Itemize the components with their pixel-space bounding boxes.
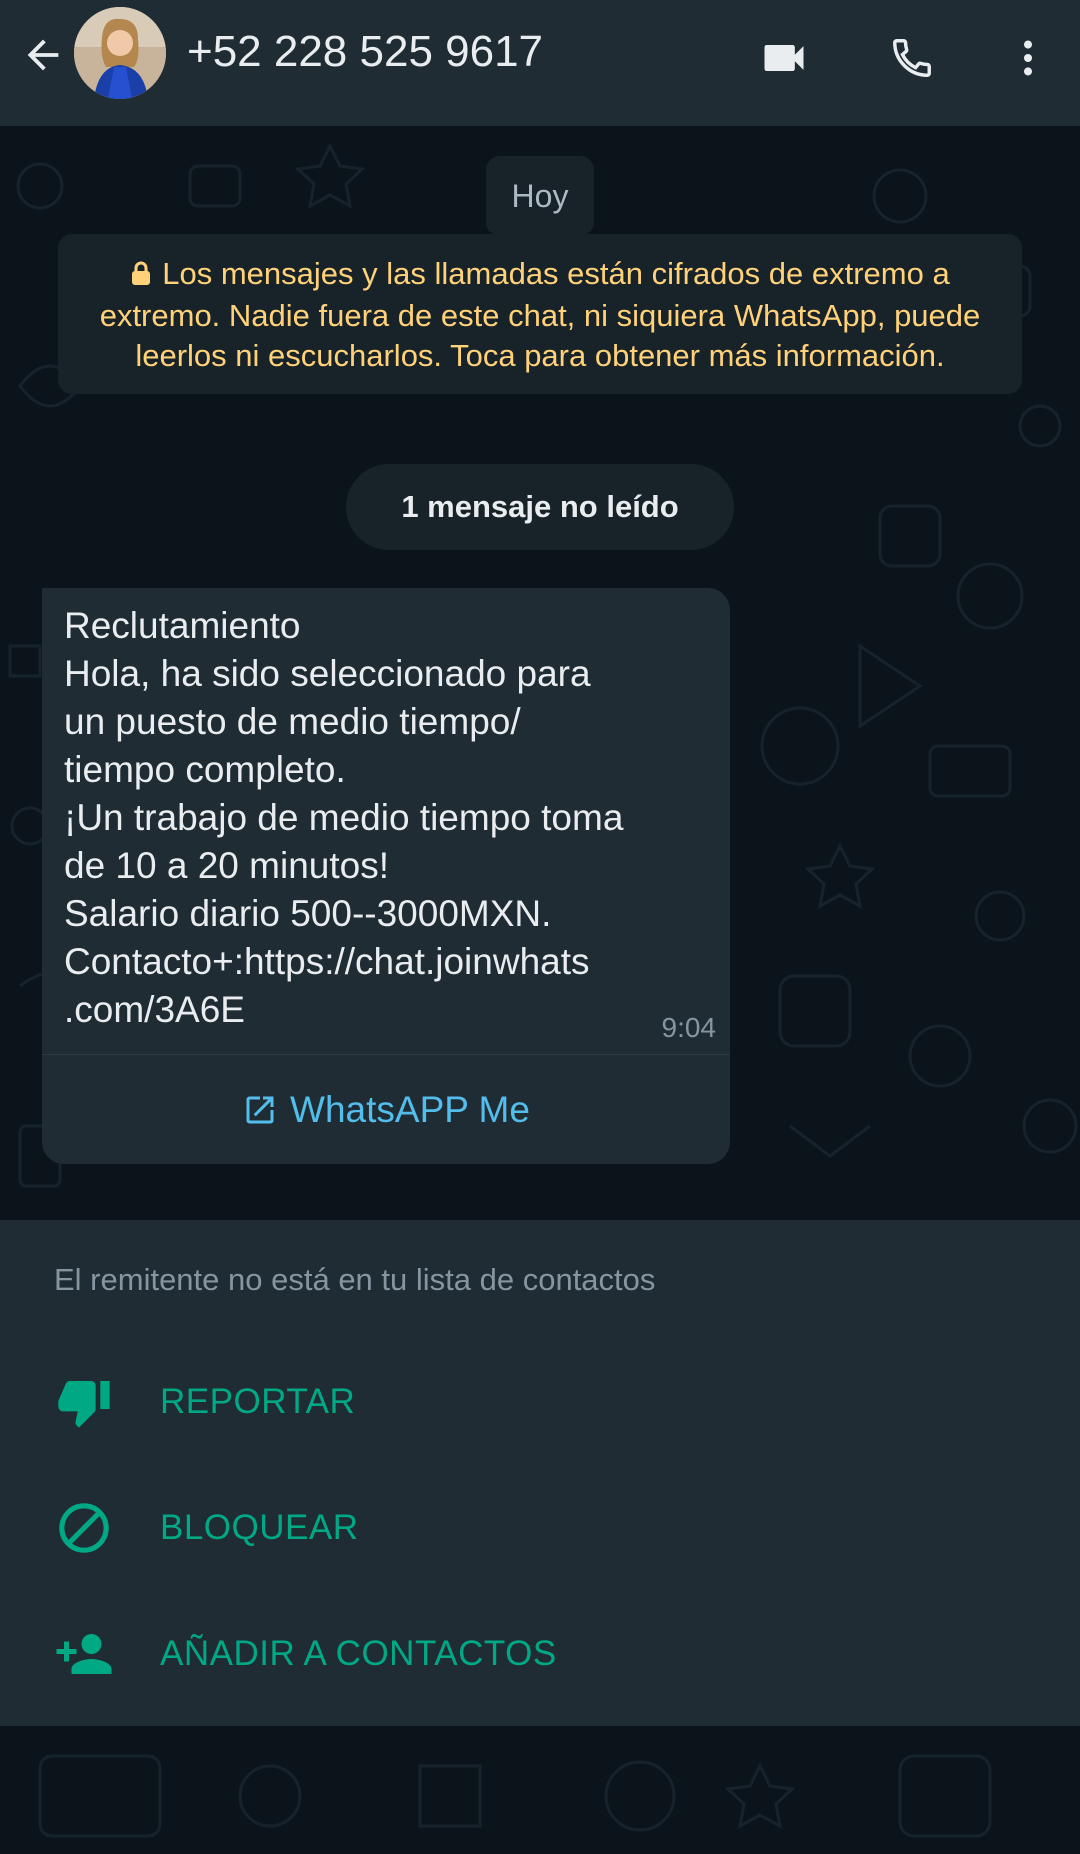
- more-options-button[interactable]: [1000, 30, 1056, 86]
- unknown-sender-panel: El remitente no está en tu lista de cont…: [0, 1220, 1080, 1726]
- arrow-left-icon: [27, 39, 59, 71]
- video-call-button[interactable]: [756, 30, 812, 86]
- chat-header: +52 228 525 9617: [0, 0, 1080, 126]
- date-chip: Hoy: [486, 156, 594, 236]
- incoming-message-bubble[interactable]: Reclutamiento Hola, ha sido seleccionado…: [42, 588, 730, 1164]
- unread-messages-chip: 1 mensaje no leído: [346, 464, 734, 550]
- more-vert-icon: [1023, 40, 1033, 76]
- open-in-new-icon: [246, 1096, 274, 1123]
- thumb-down-icon: [54, 1372, 114, 1432]
- chat-area[interactable]: Hoy Los mensajes y las llamadas están ci…: [0, 126, 1080, 1220]
- encryption-notice-text: Los mensajes y las llamadas están cifrad…: [99, 256, 981, 373]
- videocam-icon: [764, 45, 804, 71]
- voice-call-button[interactable]: [884, 30, 940, 86]
- contact-title[interactable]: +52 228 525 9617: [187, 24, 543, 80]
- block-icon: [54, 1498, 114, 1558]
- block-button[interactable]: BLOQUEAR: [0, 1478, 1080, 1578]
- message-text: Reclutamiento Hola, ha sido seleccionado…: [64, 605, 624, 1030]
- avatar[interactable]: [74, 7, 166, 99]
- link-button-label: WhatsAPP Me: [290, 1088, 530, 1130]
- add-contact-label: AÑADIR A CONTACTOS: [160, 1634, 557, 1673]
- avatar-image: [74, 7, 166, 99]
- unknown-sender-note: El remitente no está en tu lista de cont…: [54, 1262, 656, 1297]
- report-button[interactable]: REPORTAR: [0, 1352, 1080, 1452]
- person-add-icon: [54, 1624, 114, 1684]
- back-button[interactable]: [16, 28, 70, 82]
- report-label: REPORTAR: [160, 1382, 356, 1421]
- block-label: BLOQUEAR: [160, 1508, 359, 1547]
- whatsapp-me-link-button[interactable]: WhatsAPP Me: [42, 1055, 730, 1164]
- phone-icon: [893, 39, 931, 77]
- encryption-notice[interactable]: Los mensajes y las llamadas están cifrad…: [58, 234, 1022, 394]
- message-timestamp: 9:04: [661, 1012, 717, 1043]
- chat-wallpaper-bottom: [0, 1726, 1080, 1854]
- lock-icon: [130, 256, 152, 296]
- add-contact-button[interactable]: AÑADIR A CONTACTOS: [0, 1604, 1080, 1704]
